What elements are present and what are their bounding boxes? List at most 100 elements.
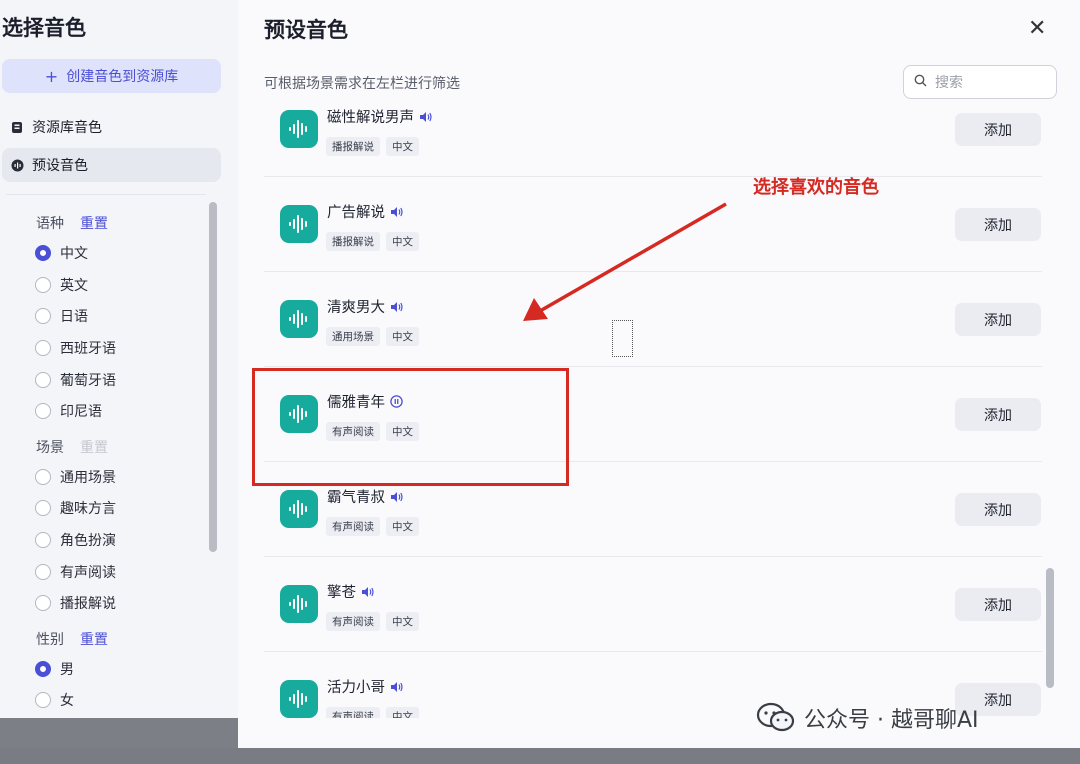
annotation-arrow: [523, 202, 727, 321]
wechat-icon: [756, 702, 795, 732]
close-icon[interactable]: ✕: [1028, 16, 1046, 41]
language-option-ja[interactable]: 日语: [35, 306, 88, 326]
tag-language: 中文: [386, 707, 419, 718]
nav-item-preset[interactable]: 预设音色: [2, 148, 221, 182]
radio[interactable]: [35, 372, 51, 388]
nav-item-library[interactable]: 资源库音色: [2, 110, 221, 144]
voice-avatar-icon: [280, 490, 318, 528]
list-scrollbar[interactable]: [1046, 568, 1054, 688]
library-icon: [10, 120, 24, 134]
gender-option-female[interactable]: 女: [35, 690, 74, 710]
voice-tags: 播报解说 中文: [326, 137, 419, 156]
watermark: 公众号 · 越哥聊AI: [756, 702, 979, 734]
tag-scene: 播报解说: [326, 232, 380, 251]
option-label: 日语: [60, 309, 88, 325]
add-voice-button[interactable]: 添加: [955, 208, 1041, 241]
filter-scene-title: 场景: [36, 440, 64, 456]
option-label: 印尼语: [60, 404, 102, 420]
dialog-subtitle: 可根据场景需求在左栏进行筛选: [264, 76, 460, 92]
search-input[interactable]: 搜索: [903, 65, 1057, 99]
filter-gender-title: 性别: [36, 632, 64, 648]
add-voice-button[interactable]: 添加: [955, 398, 1041, 431]
language-option-id[interactable]: 印尼语: [35, 401, 102, 421]
filter-language-header: 语种 重置: [36, 213, 108, 233]
voice-tags: 通用场景 中文: [326, 327, 419, 346]
voice-avatar-icon: [280, 110, 318, 148]
voice-avatar-icon: [280, 205, 318, 243]
dialog-title: 预设音色: [264, 18, 348, 42]
add-voice-button[interactable]: 添加: [955, 303, 1041, 336]
radio[interactable]: [35, 469, 51, 485]
scene-option-audiobook[interactable]: 有声阅读: [35, 562, 116, 582]
option-label: 趣味方言: [60, 501, 116, 517]
speaker-icon[interactable]: [390, 681, 404, 693]
filter-scrollbar[interactable]: [209, 202, 217, 552]
voice-name-text: 清爽男大: [327, 300, 385, 316]
radio[interactable]: [35, 692, 51, 708]
voice-row[interactable]: 磁性解说男声 播报解说 中文 添加: [264, 108, 1042, 177]
tag-scene: 有声阅读: [326, 517, 380, 536]
option-label: 西班牙语: [60, 341, 116, 357]
voice-row[interactable]: 擎苍 有声阅读 中文 添加: [264, 557, 1042, 652]
option-label: 有声阅读: [60, 565, 116, 581]
voice-icon: [10, 158, 24, 172]
tag-language: 中文: [386, 517, 419, 536]
left-panel: 选择音色 + 创建音色到资源库 资源库音色 预设音色 语种 重置 中文 英文 日…: [0, 0, 238, 718]
plus-icon: +: [44, 66, 59, 86]
speaker-icon[interactable]: [361, 586, 375, 598]
radio[interactable]: [35, 564, 51, 580]
voice-name: 广告解说: [327, 201, 404, 222]
voice-name-text: 活力小哥: [327, 680, 385, 696]
nav-item-label: 资源库音色: [32, 120, 102, 136]
speaker-icon[interactable]: [390, 301, 404, 313]
speaker-icon[interactable]: [390, 206, 404, 218]
language-option-zh[interactable]: 中文: [35, 243, 88, 263]
voice-name-text: 霸气青叔: [327, 490, 385, 506]
tag-language: 中文: [386, 232, 419, 251]
voice-name: 清爽男大: [327, 296, 404, 317]
radio[interactable]: [35, 532, 51, 548]
scene-option-broadcast[interactable]: 播报解说: [35, 593, 116, 613]
language-option-pt[interactable]: 葡萄牙语: [35, 370, 116, 390]
voice-name: 擎苍: [327, 581, 375, 602]
filter-gender-reset[interactable]: 重置: [80, 629, 108, 649]
radio-checked[interactable]: [35, 661, 51, 677]
filter-scene-reset[interactable]: 重置: [80, 437, 108, 457]
create-voice-label: 创建音色到资源库: [66, 69, 179, 85]
radio[interactable]: [35, 340, 51, 356]
radio[interactable]: [35, 403, 51, 419]
voice-tags: 有声阅读 中文: [326, 612, 419, 631]
option-label: 中文: [60, 246, 88, 262]
tag-scene: 有声阅读: [326, 612, 380, 631]
voice-name: 霸气青叔: [327, 486, 404, 507]
voice-avatar-icon: [280, 585, 318, 623]
voice-avatar-icon: [280, 300, 318, 338]
create-voice-button[interactable]: + 创建音色到资源库: [2, 59, 221, 93]
speaker-icon[interactable]: [390, 491, 404, 503]
language-option-en[interactable]: 英文: [35, 275, 88, 295]
add-voice-button[interactable]: 添加: [955, 493, 1041, 526]
option-label: 角色扮演: [60, 533, 116, 549]
tag-scene: 通用场景: [326, 327, 380, 346]
radio-checked[interactable]: [35, 245, 51, 261]
radio[interactable]: [35, 500, 51, 516]
filter-gender-header: 性别 重置: [36, 629, 108, 649]
radio[interactable]: [35, 308, 51, 324]
filter-language-reset[interactable]: 重置: [80, 213, 108, 233]
add-voice-button[interactable]: 添加: [955, 113, 1041, 146]
tag-scene: 播报解说: [326, 137, 380, 156]
voice-name: 活力小哥: [327, 676, 404, 697]
filter-language-title: 语种: [36, 216, 64, 232]
voice-tags: 有声阅读 中文: [326, 517, 419, 536]
language-option-es[interactable]: 西班牙语: [35, 338, 116, 358]
gender-option-male[interactable]: 男: [35, 659, 74, 679]
scene-option-roleplay[interactable]: 角色扮演: [35, 530, 116, 550]
scene-option-general[interactable]: 通用场景: [35, 467, 116, 487]
add-voice-button[interactable]: 添加: [955, 588, 1041, 621]
radio[interactable]: [35, 277, 51, 293]
scene-option-dialect[interactable]: 趣味方言: [35, 498, 116, 518]
option-label: 英文: [60, 278, 88, 294]
speaker-icon[interactable]: [419, 111, 433, 123]
radio[interactable]: [35, 595, 51, 611]
voice-tags: 播报解说 中文: [326, 232, 419, 251]
